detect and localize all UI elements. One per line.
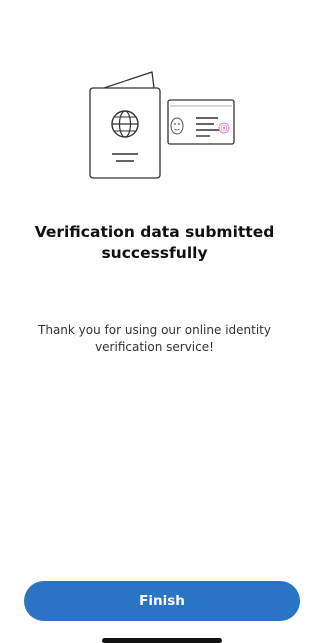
passport-and-id-card-icon [80,66,242,182]
home-indicator [102,638,222,643]
id-card-icon [167,99,235,145]
thank-you-message: Thank you for using our online identity … [38,323,271,354]
passport-icon [89,71,161,179]
finish-button[interactable]: Finish [24,581,300,621]
success-title: Verification data submitted successfully [34,223,275,262]
